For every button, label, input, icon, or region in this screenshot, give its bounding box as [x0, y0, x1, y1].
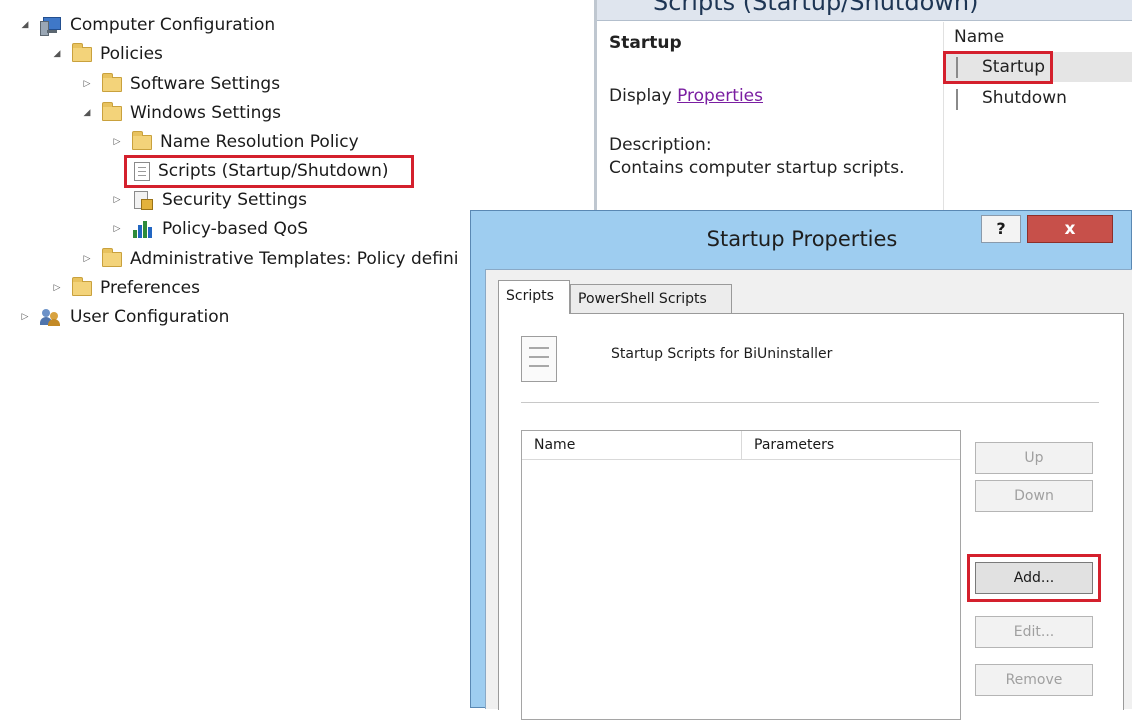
display-properties-line: Display Properties — [609, 86, 763, 106]
startup-properties-dialog: Startup Properties ? x Scripts PowerShel… — [470, 210, 1132, 720]
list-item-label: Shutdown — [982, 88, 1067, 108]
script-icon — [956, 89, 958, 110]
edit-button[interactable]: Edit... — [975, 616, 1093, 648]
tree-item-label: Computer Configuration — [70, 15, 276, 35]
column-header-parameters[interactable]: Parameters — [742, 431, 960, 459]
expand-arrow-icon[interactable]: ▷ — [80, 254, 94, 264]
tree-item-name-resolution-policy[interactable]: ▷ Name Resolution Policy — [110, 128, 359, 156]
tree-item-administrative-templates[interactable]: ▷ Administrative Templates: Policy defin… — [80, 245, 458, 273]
collapse-arrow-icon[interactable]: ◢ — [80, 108, 94, 118]
tree-item-label: User Configuration — [70, 307, 230, 327]
collapse-arrow-icon[interactable]: ◢ — [50, 49, 64, 59]
remove-button[interactable]: Remove — [975, 664, 1093, 696]
users-icon — [40, 307, 62, 327]
add-button[interactable]: Add... — [975, 562, 1093, 594]
tree-item-label: Windows Settings — [130, 103, 282, 123]
folder-icon — [102, 101, 122, 121]
expand-arrow-icon[interactable]: ▷ — [50, 283, 64, 293]
scripts-tab-panel: Startup Scripts for BiUninstaller Name P… — [498, 313, 1124, 720]
expand-arrow-icon[interactable]: ▷ — [110, 224, 124, 234]
tree-item-windows-settings[interactable]: ◢ Windows Settings — [80, 99, 281, 127]
tree-item-label: Preferences — [100, 278, 200, 298]
tree-item-label: Scripts (Startup/Shutdown) — [158, 161, 389, 181]
dialog-body: Scripts PowerShell Scripts Startup Scrip… — [485, 269, 1132, 720]
up-button[interactable]: Up — [975, 442, 1093, 474]
close-button[interactable]: x — [1027, 215, 1113, 243]
panel-title: Startup Scripts for BiUninstaller — [611, 346, 833, 362]
tree-item-software-settings[interactable]: ▷ Software Settings — [80, 70, 280, 98]
tree-item-label: Administrative Templates: Policy defini — [130, 249, 459, 269]
tab-scripts[interactable]: Scripts — [498, 280, 570, 314]
script-icon — [956, 57, 958, 78]
list-item-label: Startup — [982, 57, 1046, 77]
tree-item-scripts[interactable]: Scripts (Startup/Shutdown) — [134, 157, 389, 185]
pane-header-title: Scripts (Startup/Shutdown) — [653, 0, 979, 16]
expand-arrow-icon[interactable]: ▷ — [80, 79, 94, 89]
display-prefix: Display — [609, 86, 672, 106]
computer-icon — [40, 15, 62, 36]
expand-arrow-icon[interactable]: ▷ — [18, 312, 32, 322]
tree-item-computer-configuration[interactable]: ◢ Computer Configuration — [18, 11, 275, 39]
folder-icon — [102, 72, 122, 92]
list-item-startup[interactable]: Startup — [944, 52, 1132, 82]
description-text: Contains computer startup scripts. — [609, 158, 905, 178]
tree-item-policy-based-qos[interactable]: ▷ Policy-based QoS — [110, 215, 309, 243]
dialog-title-bar[interactable]: Startup Properties ? x — [471, 211, 1132, 269]
list-header: Name Parameters — [522, 431, 960, 460]
collapse-arrow-icon[interactable]: ◢ — [18, 20, 32, 30]
script-icon — [521, 336, 557, 382]
tree-item-preferences[interactable]: ▷ Preferences — [50, 274, 200, 302]
folder-icon — [72, 276, 92, 296]
security-icon — [132, 190, 154, 210]
folder-icon — [72, 42, 92, 62]
pane-header: Scripts (Startup/Shutdown) — [597, 0, 1132, 21]
column-header-name[interactable]: Name — [522, 431, 742, 459]
properties-link[interactable]: Properties — [677, 86, 763, 106]
expand-arrow-icon[interactable]: ▷ — [110, 137, 124, 147]
scripts-list[interactable]: Name Parameters — [521, 430, 961, 720]
tree-item-user-configuration[interactable]: ▷ User Configuration — [18, 303, 230, 331]
folder-icon — [132, 130, 152, 150]
script-icon — [134, 161, 150, 181]
down-button[interactable]: Down — [975, 480, 1093, 512]
tree-item-security-settings[interactable]: ▷ Security Settings — [110, 186, 307, 214]
folder-icon — [102, 247, 122, 267]
bar-chart-icon — [132, 219, 154, 239]
tree-item-label: Software Settings — [130, 74, 281, 94]
separator — [521, 402, 1099, 403]
section-title: Startup — [609, 33, 682, 53]
script-type-list: Name Startup Shutdown — [943, 22, 1132, 212]
expand-arrow-icon[interactable]: ▷ — [110, 195, 124, 205]
list-item-shutdown[interactable]: Shutdown — [944, 84, 1132, 114]
description-label: Description: — [609, 135, 712, 155]
tree-item-label: Policies — [100, 44, 163, 64]
tree-item-label: Security Settings — [162, 190, 307, 210]
list-column-name[interactable]: Name — [954, 27, 1004, 47]
help-button[interactable]: ? — [981, 215, 1021, 243]
tree-item-policies[interactable]: ◢ Policies — [50, 40, 163, 68]
tab-powershell-scripts[interactable]: PowerShell Scripts — [570, 284, 732, 314]
tree-item-label: Name Resolution Policy — [160, 132, 359, 152]
tree-item-label: Policy-based QoS — [162, 219, 309, 239]
